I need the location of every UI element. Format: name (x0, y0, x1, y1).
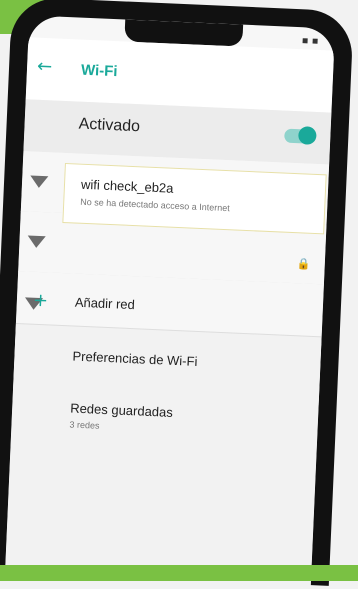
wifi-signal-icon (29, 175, 49, 189)
wifi-toggle-label: Activado (78, 115, 141, 136)
page-title: Wi-Fi (80, 61, 118, 81)
status-bar-icons: ▪ ▪ (301, 35, 319, 47)
network-name: wifi check_eb2a (80, 176, 174, 196)
phone-frame: ▪ ▪ ← Wi-Fi Activado 🔒 🔒 (0, 0, 354, 589)
wifi-preferences-item[interactable]: Preferencias de Wi-Fi (72, 349, 198, 369)
wifi-signal-icon (27, 235, 46, 249)
saved-networks-item[interactable]: Redes guardadas 3 redes (69, 400, 173, 433)
wifi-preferences-label: Preferencias de Wi-Fi (72, 348, 198, 369)
brand-bottom-bar (0, 565, 358, 581)
arrow-left-icon[interactable]: ← (37, 56, 53, 78)
network-status: No se ha detectado acceso a Internet (80, 196, 230, 214)
add-network-label: Añadir red (74, 294, 136, 313)
phone-screen: ▪ ▪ ← Wi-Fi Activado 🔒 🔒 (4, 15, 336, 589)
saved-networks-count: 3 redes (69, 419, 100, 431)
saved-networks-label: Redes guardadas (69, 400, 174, 420)
preferences-section: Preferencias de Wi-Fi Redes guardadas 3 … (4, 323, 322, 589)
toggle-knob (297, 126, 317, 145)
plus-icon: + (32, 289, 49, 312)
network-card-wifi-check[interactable]: wifi check_eb2a No se ha detectado acces… (62, 163, 327, 235)
lock-icon: 🔒 (296, 257, 312, 271)
wifi-toggle-switch[interactable] (284, 126, 317, 145)
